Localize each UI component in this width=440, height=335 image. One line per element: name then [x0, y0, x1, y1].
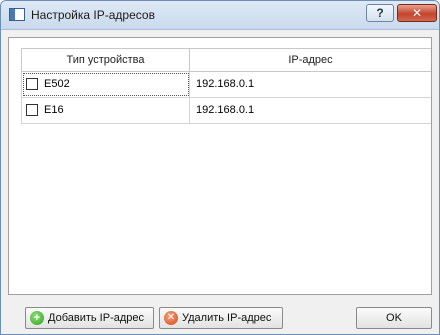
window-icon: [9, 8, 25, 21]
ip-address-value: 192.168.0.1: [196, 104, 255, 116]
device-name: E16: [44, 104, 64, 116]
device-name: E502: [44, 78, 70, 90]
ip-address-cell[interactable]: 192.168.0.1: [190, 72, 431, 97]
table-row[interactable]: E502 192.168.0.1: [21, 72, 431, 98]
column-header-device-type[interactable]: Тип устройства: [22, 49, 190, 71]
device-type-cell[interactable]: E16: [22, 98, 190, 123]
x-circle-icon: ✕: [164, 311, 178, 325]
plus-circle-icon: +: [30, 311, 44, 325]
help-button[interactable]: ?: [366, 4, 394, 22]
device-table: Тип устройства IP-адрес E502 192.168.0.1…: [8, 37, 432, 295]
table-header: Тип устройства IP-адрес: [21, 48, 431, 72]
table-row[interactable]: E16 192.168.0.1: [21, 98, 431, 124]
dialog-title: Настройка IP-адресов: [31, 8, 155, 22]
ip-address-value: 192.168.0.1: [196, 78, 255, 90]
add-ip-button[interactable]: + Добавить IP-адрес: [25, 307, 154, 329]
close-button[interactable]: ✕: [397, 4, 437, 22]
ip-address-cell[interactable]: 192.168.0.1: [190, 98, 431, 123]
ok-button[interactable]: OK: [356, 307, 432, 329]
title-bar[interactable]: Настройка IP-адресов ? ✕: [1, 1, 439, 30]
remove-ip-button[interactable]: ✕ Удалить IP-адрес: [159, 307, 283, 329]
column-header-ip-address[interactable]: IP-адрес: [190, 49, 431, 71]
row-checkbox[interactable]: [26, 78, 38, 90]
row-checkbox[interactable]: [26, 104, 38, 116]
settings-dialog: Настройка IP-адресов ? ✕ Тип устройства …: [0, 0, 440, 335]
remove-ip-label: Удалить IP-адрес: [182, 312, 272, 324]
add-ip-label: Добавить IP-адрес: [48, 312, 144, 324]
device-type-cell[interactable]: E502: [22, 72, 190, 97]
